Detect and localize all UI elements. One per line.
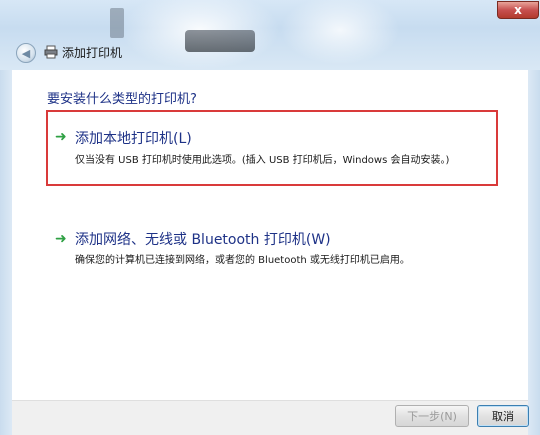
window-frame-right [528,70,540,435]
next-button[interactable]: 下一步(N) [395,405,469,427]
option-description: 仅当没有 USB 打印机时使用此选项。(插入 USB 打印机后，Windows … [75,155,450,166]
background-printer-shape [110,8,124,38]
printer-icon [44,45,58,59]
option-title[interactable]: 添加网络、无线或 Bluetooth 打印机(W) [75,229,331,249]
back-button[interactable]: ◀ [16,43,36,63]
window-frame-left [0,70,12,435]
titlebar-glow [280,0,400,65]
add-printer-window: x ◀ 添加打印机 要安装什么类型的打印机? ➜ 添加本地打印机(L) 仅当没有… [0,0,540,435]
close-button[interactable]: x [497,1,539,19]
back-arrow-icon: ◀ [21,46,31,60]
green-arrow-icon: ➜ [55,129,67,145]
green-arrow-icon: ➜ [55,231,67,247]
option-description: 确保您的计算机已连接到网络，或者您的 Bluetooth 或无线打印机已启用。 [75,255,410,266]
background-printer-shape [185,30,255,52]
page-heading: 要安装什么类型的打印机? [47,92,197,107]
window-title: 添加打印机 [62,46,123,60]
option-title[interactable]: 添加本地打印机(L) [75,128,192,148]
cancel-button[interactable]: 取消 [477,405,529,427]
close-icon: x [514,3,522,17]
highlight-box [46,110,498,186]
